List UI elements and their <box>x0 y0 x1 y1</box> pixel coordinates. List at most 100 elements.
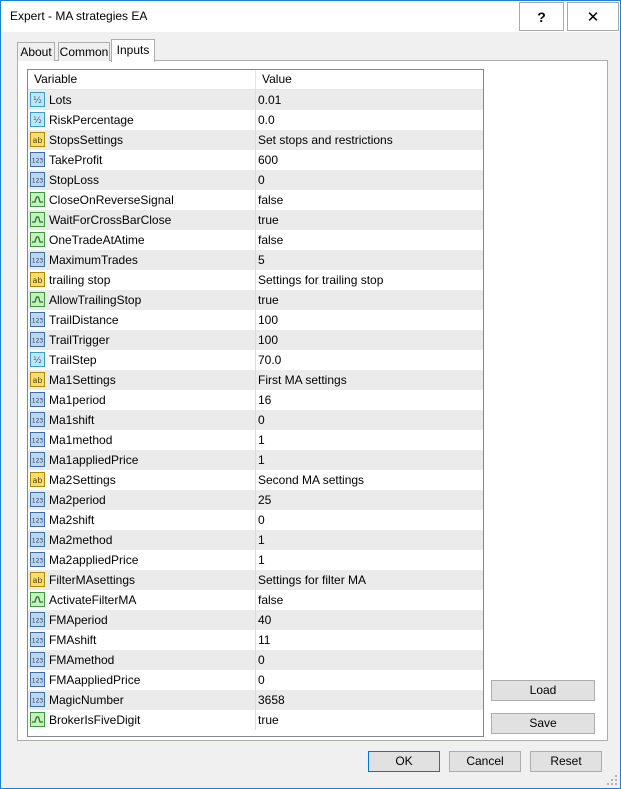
variable-value[interactable]: 0 <box>258 170 265 190</box>
variable-value[interactable]: Second MA settings <box>258 470 364 490</box>
table-row[interactable]: 123 Ma1appliedPrice 1 <box>28 450 483 470</box>
table-row[interactable]: ab StopsSettings Set stops and restriction… <box>28 130 483 150</box>
table-row[interactable]: ½ Lots 0.01 <box>28 90 483 110</box>
table-row[interactable]: 123 FMAappliedPrice 0 <box>28 670 483 690</box>
table-row[interactable]: 123 FMAmethod 0 <box>28 650 483 670</box>
variable-value[interactable]: false <box>258 590 283 610</box>
svg-text:ab: ab <box>33 276 43 285</box>
variable-name: Ma2shift <box>49 513 95 527</box>
table-row[interactable]: ½ TrailStep 70.0 <box>28 350 483 370</box>
variable-value[interactable]: 0.0 <box>258 110 275 130</box>
variable-value[interactable]: true <box>258 290 279 310</box>
variable-value[interactable]: Settings for filter MA <box>258 570 366 590</box>
variable-name: StopsSettings <box>49 133 124 147</box>
svg-text:123: 123 <box>32 678 44 685</box>
table-row[interactable]: 123 FMAshift 11 <box>28 630 483 650</box>
variable-value[interactable]: 100 <box>258 310 278 330</box>
table-row[interactable]: AllowTrailingStop true <box>28 290 483 310</box>
title-bar[interactable]: Expert - MA strategies EA ? ✕ <box>1 1 620 32</box>
table-row[interactable]: 123 FMAperiod 40 <box>28 610 483 630</box>
tab-common[interactable]: Common <box>58 42 110 61</box>
variable-name: Ma1period <box>49 393 106 407</box>
variable-value[interactable]: 1 <box>258 530 265 550</box>
variable-value[interactable]: 0 <box>258 410 265 430</box>
column-header-value[interactable]: Value <box>256 70 483 89</box>
column-divider <box>255 210 256 230</box>
table-row[interactable]: 123 Ma1shift 0 <box>28 410 483 430</box>
variable-value[interactable]: Set stops and restrictions <box>258 130 393 150</box>
variable-value[interactable]: 70.0 <box>258 350 281 370</box>
column-divider <box>255 190 256 210</box>
table-row[interactable]: 123 Ma1period 16 <box>28 390 483 410</box>
table-row[interactable]: 123 TrailDistance 100 <box>28 310 483 330</box>
variable-value[interactable]: false <box>258 190 283 210</box>
variable-value[interactable]: 1 <box>258 450 265 470</box>
variable-name: Ma2method <box>49 533 113 547</box>
inputs-grid[interactable]: Variable Value ½ Lots 0.01 ½ RiskPercentage 0… <box>27 69 484 737</box>
table-row[interactable]: ActivateFilterMA false <box>28 590 483 610</box>
variable-value[interactable]: 0.01 <box>258 90 281 110</box>
table-row[interactable]: 123 TakeProfit 600 <box>28 150 483 170</box>
variable-value[interactable]: 1 <box>258 550 265 570</box>
dialog-window: Expert - MA strategies EA ? ✕ About Comm… <box>0 0 621 789</box>
variable-value[interactable]: 100 <box>258 330 278 350</box>
variable-value[interactable]: 600 <box>258 150 278 170</box>
svg-text:123: 123 <box>32 258 44 265</box>
table-row[interactable]: ½ RiskPercentage 0.0 <box>28 110 483 130</box>
load-button[interactable]: Load <box>491 680 595 701</box>
variable-value[interactable]: 0 <box>258 510 265 530</box>
save-button[interactable]: Save <box>491 713 595 734</box>
double-icon: ½ <box>30 92 45 107</box>
table-row[interactable]: 123 StopLoss 0 <box>28 170 483 190</box>
table-row[interactable]: ab trailing stop Settings for trailing sto… <box>28 270 483 290</box>
variable-name: Ma2appliedPrice <box>49 553 139 567</box>
column-divider <box>255 170 256 190</box>
table-row[interactable]: 123 MagicNumber 3658 <box>28 690 483 710</box>
variable-name: BrokerIsFiveDigit <box>49 713 141 727</box>
tab-inputs[interactable]: Inputs <box>111 39 155 62</box>
variable-value[interactable]: 0 <box>258 670 265 690</box>
table-row[interactable]: CloseOnReverseSignal false <box>28 190 483 210</box>
variable-value[interactable]: Settings for trailing stop <box>258 270 383 290</box>
table-row[interactable]: ab Ma2Settings Second MA settings <box>28 470 483 490</box>
table-row[interactable]: OneTradeAtAtime false <box>28 230 483 250</box>
close-button[interactable]: ✕ <box>567 2 619 31</box>
variable-value[interactable]: 40 <box>258 610 271 630</box>
table-row[interactable]: WaitForCrossBarClose true <box>28 210 483 230</box>
help-button[interactable]: ? <box>519 2 564 31</box>
variable-value[interactable]: true <box>258 710 279 730</box>
table-row[interactable]: 123 MaximumTrades 5 <box>28 250 483 270</box>
table-row[interactable]: 123 Ma2appliedPrice 1 <box>28 550 483 570</box>
table-row[interactable]: ab Ma1Settings First MA settings <box>28 370 483 390</box>
table-row[interactable]: ab FilterMAsettings Settings for filter MA <box>28 570 483 590</box>
variable-value[interactable]: true <box>258 210 279 230</box>
table-row[interactable]: 123 Ma2shift 0 <box>28 510 483 530</box>
variable-value[interactable]: 0 <box>258 650 265 670</box>
ok-button[interactable]: OK <box>368 751 440 772</box>
variable-value[interactable]: 1 <box>258 430 265 450</box>
variable-value[interactable]: 25 <box>258 490 271 510</box>
integer-icon: 123 <box>30 612 45 627</box>
variable-name: FMAappliedPrice <box>49 673 141 687</box>
table-row[interactable]: 123 Ma1method 1 <box>28 430 483 450</box>
table-row[interactable]: 123 Ma2period 25 <box>28 490 483 510</box>
variable-name: CloseOnReverseSignal <box>49 193 174 207</box>
variable-value[interactable]: false <box>258 230 283 250</box>
variable-value[interactable]: 16 <box>258 390 271 410</box>
resize-grip-icon[interactable] <box>606 774 618 786</box>
tab-about[interactable]: About <box>17 42 55 61</box>
table-row[interactable]: 123 Ma2method 1 <box>28 530 483 550</box>
variable-value[interactable]: 3658 <box>258 690 285 710</box>
column-header-variable[interactable]: Variable <box>28 70 256 89</box>
string-icon: ab <box>30 372 45 387</box>
variable-value[interactable]: 11 <box>258 630 270 650</box>
table-row[interactable]: BrokerIsFiveDigit true <box>28 710 483 730</box>
integer-icon: 123 <box>30 152 45 167</box>
table-row[interactable]: 123 TrailTrigger 100 <box>28 330 483 350</box>
variable-name: OneTradeAtAtime <box>49 233 145 247</box>
cancel-button[interactable]: Cancel <box>449 751 521 772</box>
variable-value[interactable]: 5 <box>258 250 265 270</box>
integer-icon: 123 <box>30 432 45 447</box>
variable-value[interactable]: First MA settings <box>258 370 347 390</box>
reset-button[interactable]: Reset <box>530 751 602 772</box>
